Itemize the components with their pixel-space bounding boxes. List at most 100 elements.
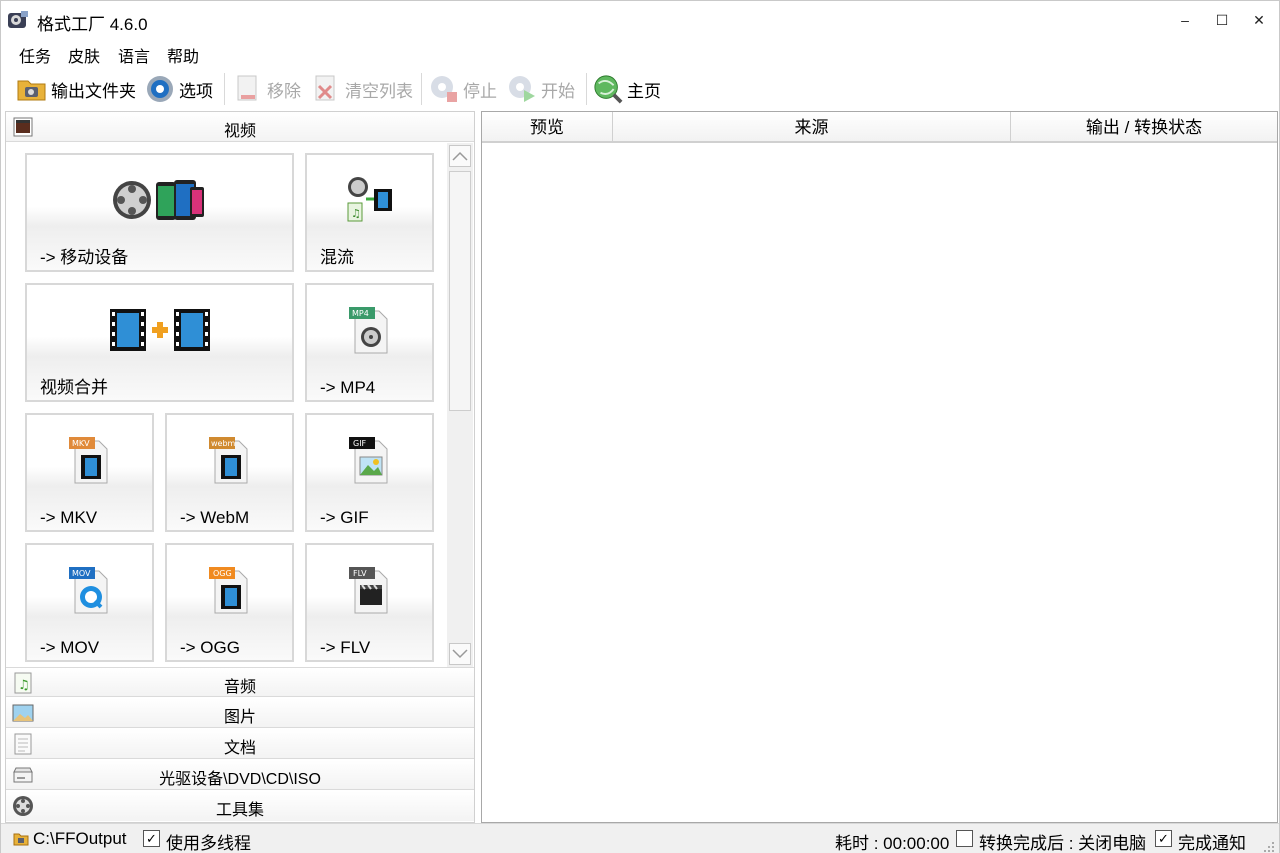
app-logo-icon bbox=[7, 10, 29, 30]
home-label: 主页 bbox=[627, 81, 661, 101]
column-header-source[interactable]: 来源 bbox=[613, 112, 1011, 143]
tile-label: 混流 bbox=[320, 248, 354, 267]
scroll-down-button[interactable] bbox=[449, 643, 471, 665]
clear-list-icon bbox=[311, 74, 341, 104]
tile-label: -> MKV bbox=[40, 508, 98, 527]
category-document-label: 文档 bbox=[223, 740, 256, 757]
mux-icon: ♫ bbox=[307, 173, 432, 227]
category-audio-header[interactable]: ♫ 音频 bbox=[6, 667, 474, 697]
category-tools-label: 工具集 bbox=[215, 802, 264, 819]
after-done-checkbox[interactable] bbox=[956, 830, 973, 847]
stop-button[interactable]: 停止 bbox=[429, 73, 497, 105]
tile-video-join[interactable]: 视频合并 bbox=[25, 283, 294, 402]
category-rom-header[interactable]: 光驱设备\DVD\CD\ISO bbox=[6, 760, 474, 790]
tile-label: -> MOV bbox=[40, 638, 100, 657]
scroll-thumb[interactable] bbox=[449, 171, 471, 411]
column-header-preview[interactable]: 预览 bbox=[482, 112, 613, 143]
tile-mkv[interactable]: MKV -> MKV bbox=[25, 413, 154, 532]
start-icon bbox=[507, 74, 537, 104]
remove-button[interactable]: 移除 bbox=[233, 73, 301, 105]
minimize-button[interactable]: – bbox=[1167, 1, 1203, 39]
tile-tag: webm bbox=[211, 439, 236, 448]
clear-list-button[interactable]: 清空列表 bbox=[311, 73, 413, 105]
options-gear-icon bbox=[145, 74, 175, 104]
tile-label: -> WebM bbox=[180, 508, 250, 527]
toolbar-separator bbox=[421, 73, 422, 105]
multithread-label: 使用多线程 bbox=[166, 834, 251, 853]
task-table: 预览 来源 输出 / 转换状态 bbox=[481, 111, 1278, 823]
status-bar: C:\FFOutput ✓ 使用多线程 耗时 : 00:00:00 转换完成后 … bbox=[1, 823, 1279, 853]
app-window: 格式工厂 4.6.0 – ☐ ✕ 任务 皮肤 语言 帮助 输出文件夹 选项 移除… bbox=[0, 0, 1280, 853]
close-button[interactable]: ✕ bbox=[1241, 1, 1277, 39]
video-join-icon bbox=[27, 303, 292, 357]
svg-text:♫: ♫ bbox=[351, 207, 361, 220]
tile-gif[interactable]: GIF -> GIF bbox=[305, 413, 434, 532]
resize-grip-icon[interactable] bbox=[1263, 838, 1275, 852]
tile-label: -> FLV bbox=[320, 638, 371, 657]
category-tools-header[interactable]: 工具集 bbox=[6, 791, 474, 821]
video-tiles-grid: -> 移动设备 ♫ 混流 视频合并 MP4 -> MP4 MKV -> MKV … bbox=[6, 143, 446, 666]
category-picture-label: 图片 bbox=[223, 709, 256, 726]
menu-help[interactable]: 帮助 bbox=[167, 43, 199, 67]
mobile-device-icon bbox=[27, 173, 292, 227]
toolbar: 输出文件夹 选项 移除 清空列表 停止 开始 主页 bbox=[1, 69, 1279, 109]
tile-webm[interactable]: webm -> WebM bbox=[165, 413, 294, 532]
tile-mov[interactable]: MOV -> MOV bbox=[25, 543, 154, 662]
remove-file-icon bbox=[233, 74, 263, 104]
tile-tag: GIF bbox=[353, 439, 367, 448]
mov-file-icon: MOV bbox=[27, 563, 152, 617]
clear-list-label: 清空列表 bbox=[345, 81, 413, 101]
after-done-label[interactable]: 转换完成后 : 关闭电脑 bbox=[979, 829, 1146, 853]
tiles-scrollbar[interactable] bbox=[447, 143, 473, 667]
chevron-up-icon bbox=[452, 151, 468, 161]
chevron-down-icon bbox=[452, 649, 468, 659]
output-folder-label: 输出文件夹 bbox=[51, 81, 136, 101]
menu-bar: 任务 皮肤 语言 帮助 bbox=[1, 39, 1279, 67]
tile-flv[interactable]: FLV -> FLV bbox=[305, 543, 434, 662]
notify-checkbox[interactable]: ✓ bbox=[1155, 830, 1172, 847]
column-header-output-status[interactable]: 输出 / 转换状态 bbox=[1011, 112, 1277, 143]
tile-label: 视频合并 bbox=[40, 378, 108, 397]
toolbar-separator bbox=[586, 73, 587, 105]
remove-label: 移除 bbox=[267, 81, 301, 101]
folder-icon bbox=[17, 74, 47, 104]
output-path[interactable]: C:\FFOutput bbox=[33, 829, 127, 849]
tile-tag: MKV bbox=[72, 439, 90, 448]
start-label: 开始 bbox=[541, 81, 575, 101]
options-button[interactable]: 选项 bbox=[145, 73, 213, 105]
category-video-label: 视频 bbox=[223, 123, 256, 140]
tile-label: -> MP4 bbox=[320, 378, 376, 397]
start-button[interactable]: 开始 bbox=[507, 73, 575, 105]
category-rom-label: 光驱设备\DVD\CD\ISO bbox=[159, 771, 321, 788]
menu-language[interactable]: 语言 bbox=[118, 43, 150, 67]
output-folder-button[interactable]: 输出文件夹 bbox=[17, 73, 136, 105]
stop-icon bbox=[429, 74, 459, 104]
tile-mp4[interactable]: MP4 -> MP4 bbox=[305, 283, 434, 402]
title-bar: 格式工厂 4.6.0 – ☐ ✕ bbox=[1, 1, 1279, 39]
tile-label: -> OGG bbox=[180, 638, 240, 657]
home-button[interactable]: 主页 bbox=[593, 73, 661, 105]
menu-skin[interactable]: 皮肤 bbox=[68, 43, 100, 67]
tile-mux[interactable]: ♫ 混流 bbox=[305, 153, 434, 272]
gif-file-icon: GIF bbox=[307, 433, 432, 487]
category-document-header[interactable]: 文档 bbox=[6, 729, 474, 759]
webm-file-icon: webm bbox=[167, 433, 292, 487]
elapsed-time: 耗时 : 00:00:00 bbox=[835, 834, 950, 853]
tile-mobile-device[interactable]: -> 移动设备 bbox=[25, 153, 294, 272]
category-video-header[interactable]: 视频 bbox=[6, 112, 474, 142]
stop-label: 停止 bbox=[463, 81, 497, 101]
ogg-file-icon: OGG bbox=[167, 563, 292, 617]
multithread-checkbox[interactable]: ✓ bbox=[143, 830, 160, 847]
tile-ogg[interactable]: OGG -> OGG bbox=[165, 543, 294, 662]
notify-label: 完成通知 bbox=[1178, 834, 1246, 853]
scroll-up-button[interactable] bbox=[449, 145, 471, 167]
category-panel: 视频 -> 移动设备 ♫ 混流 视频合并 MP4 -> MP4 MKV -> M… bbox=[5, 111, 475, 823]
tile-tag: MOV bbox=[72, 569, 91, 578]
category-picture-header[interactable]: 图片 bbox=[6, 698, 474, 728]
toolbar-separator bbox=[224, 73, 225, 105]
tile-label: -> GIF bbox=[320, 508, 369, 527]
menu-task[interactable]: 任务 bbox=[19, 43, 51, 67]
output-folder-icon bbox=[13, 831, 29, 846]
maximize-button[interactable]: ☐ bbox=[1204, 1, 1240, 39]
options-label: 选项 bbox=[179, 81, 213, 101]
